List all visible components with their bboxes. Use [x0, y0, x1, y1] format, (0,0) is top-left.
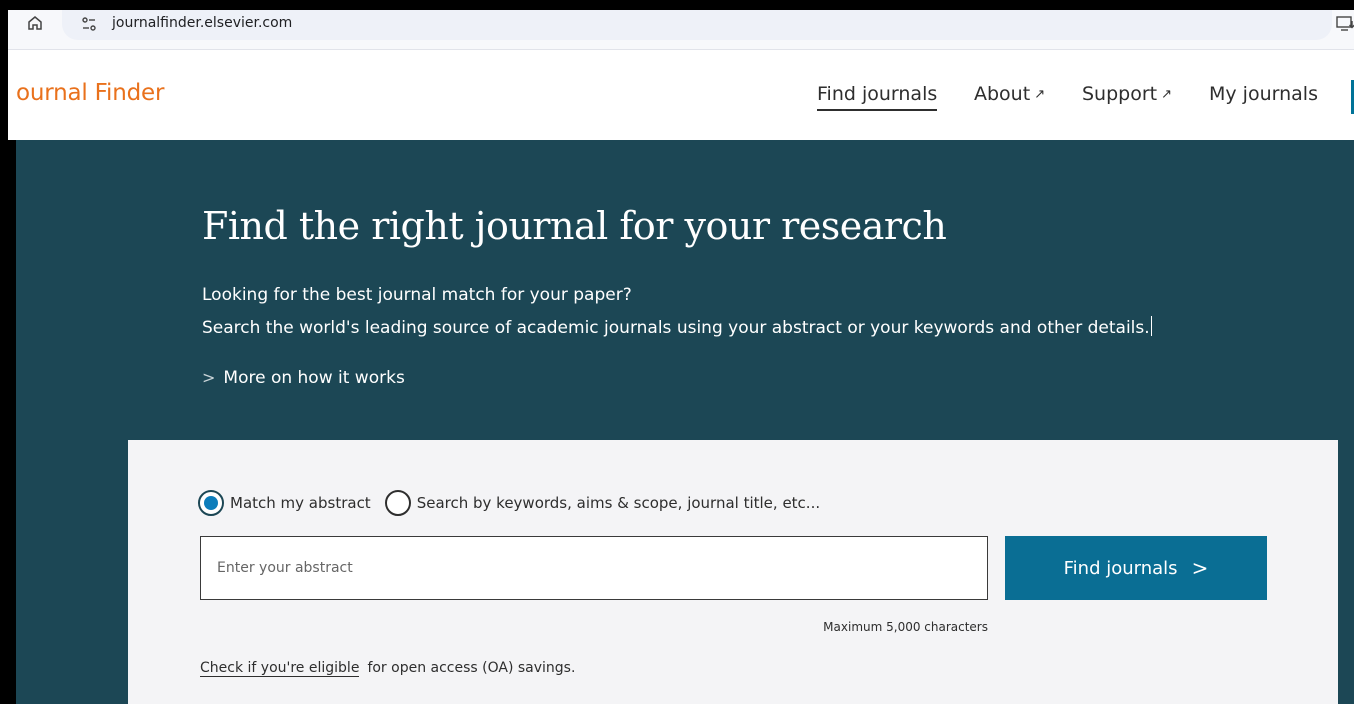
- search-panel: Match my abstract Search by keywords, ai…: [128, 440, 1338, 704]
- hero-description-text: Search the world's leading source of aca…: [202, 318, 1150, 338]
- text-cursor: [1150, 316, 1152, 336]
- find-journals-button-label: Find journals: [1063, 557, 1178, 579]
- nav-find-journals-label: Find journals: [817, 83, 938, 105]
- browser-window: journalfinder.elsevier.com ournal Finder…: [0, 0, 1354, 704]
- open-access-text: for open access (OA) savings.: [367, 660, 576, 676]
- radio-match-abstract[interactable]: [198, 490, 224, 516]
- external-link-icon: ↗: [1161, 87, 1173, 102]
- nav-my-journals[interactable]: My journals: [1209, 83, 1318, 105]
- nav-support[interactable]: Support ↗: [1082, 83, 1172, 105]
- page-title: Find the right journal for your research: [202, 204, 947, 248]
- search-mode-options: Match my abstract Search by keywords, ai…: [198, 490, 834, 516]
- hero-subtitle: Looking for the best journal match for y…: [202, 285, 632, 305]
- max-characters-hint: Maximum 5,000 characters: [823, 620, 988, 634]
- radio-match-abstract-label[interactable]: Match my abstract: [230, 494, 371, 512]
- external-link-icon: ↗: [1034, 87, 1046, 102]
- find-journals-button[interactable]: Find journals >: [1005, 536, 1267, 600]
- chevron-right-icon: >: [202, 368, 216, 387]
- nav-my-journals-label: My journals: [1209, 83, 1318, 105]
- hero-section: Find the right journal for your research…: [16, 140, 1354, 704]
- journal-finder-logo[interactable]: ournal Finder: [16, 80, 164, 106]
- chevron-right-icon: >: [1191, 556, 1209, 580]
- nav-about[interactable]: About ↗: [974, 83, 1045, 105]
- more-on-how-it-works-link[interactable]: > More on how it works: [202, 368, 405, 388]
- check-eligibility-link[interactable]: Check if you're eligible: [200, 660, 360, 677]
- open-access-row: Check if you're eligible for open access …: [200, 660, 576, 677]
- more-link-label: More on how it works: [223, 368, 405, 388]
- nav-support-label: Support: [1082, 83, 1158, 105]
- nav-find-journals[interactable]: Find journals: [817, 83, 938, 111]
- site-header: ournal Finder Find journals About ↗ Suppo…: [8, 50, 1354, 140]
- home-icon[interactable]: [26, 14, 44, 32]
- site-settings-icon[interactable]: [80, 15, 98, 33]
- radio-search-keywords-label[interactable]: Search by keywords, aims & scope, journa…: [417, 494, 820, 512]
- radio-search-keywords[interactable]: [384, 490, 411, 516]
- nav-about-label: About: [974, 83, 1031, 105]
- hero-description: Search the world's leading source of aca…: [202, 316, 1152, 338]
- abstract-input[interactable]: [200, 536, 988, 600]
- install-app-icon[interactable]: [1336, 16, 1354, 32]
- url-text[interactable]: journalfinder.elsevier.com: [112, 15, 292, 31]
- address-bar: journalfinder.elsevier.com: [8, 10, 1354, 50]
